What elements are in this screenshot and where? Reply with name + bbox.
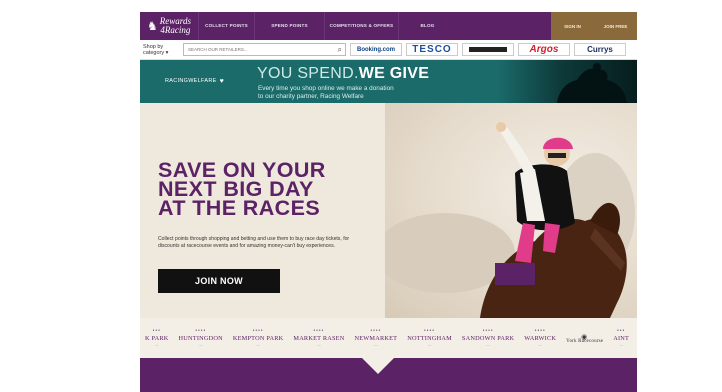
horse-silhouette-image bbox=[497, 60, 637, 103]
course-name: HUNTINGDON bbox=[178, 335, 223, 342]
charity-headline: YOU SPEND.WE GIVE bbox=[257, 65, 429, 83]
course-tagline-mark: — bbox=[619, 343, 623, 347]
headline-part-b: WE GIVE bbox=[358, 65, 430, 82]
racing-welfare-logo: RACINGWELFARE ♥ bbox=[165, 74, 235, 88]
website: ♞ Rewards 4Racing COLLECT POINTS SPEND P… bbox=[140, 12, 637, 392]
course-name: NOTTINGHAM bbox=[407, 335, 452, 342]
course-name: NEWMARKET bbox=[354, 335, 398, 342]
nav-blog[interactable]: BLOG bbox=[398, 12, 456, 40]
logo[interactable]: ♞ Rewards 4Racing bbox=[140, 12, 198, 40]
shop-by-category-dropdown[interactable]: Shop by category ▾ bbox=[143, 44, 183, 56]
course-item[interactable]: •••• MARKET RASEN — bbox=[293, 329, 344, 347]
hero-description: Collect points through shopping and bett… bbox=[158, 236, 350, 249]
course-name: York Racecourse bbox=[566, 338, 604, 344]
course-item[interactable]: •••• SANDOWN PARK — bbox=[462, 329, 514, 347]
search-bar: Shop by category ▾ ⌕ Booking.com TESCO A… bbox=[140, 40, 637, 60]
course-item[interactable]: •••• WARWICK — bbox=[524, 329, 556, 347]
course-tagline-mark: — bbox=[427, 343, 432, 347]
charity-line-1: Every time you shop online we make a don… bbox=[258, 85, 394, 92]
racing-welfare-text: RACINGWELFARE bbox=[165, 78, 217, 84]
course-tagline-mark: — bbox=[198, 343, 203, 347]
nav-competitions-offers[interactable]: COMPETITIONS & OFFERS bbox=[324, 12, 398, 40]
course-item[interactable]: •••• KEMPTON PARK — bbox=[233, 329, 284, 347]
footer-band bbox=[140, 358, 637, 392]
join-now-button[interactable]: JOIN NOW bbox=[158, 269, 280, 293]
course-item[interactable]: ••• K PARK — bbox=[145, 329, 169, 347]
search-input[interactable] bbox=[184, 44, 324, 55]
horse-logo-icon: ♞ bbox=[147, 18, 158, 33]
nav-spend-points[interactable]: SPEND POINTS bbox=[254, 12, 324, 40]
join-free-link[interactable]: JOIN FREE bbox=[594, 12, 637, 40]
charity-subtext: Every time you shop online we make a don… bbox=[258, 85, 394, 100]
course-item[interactable]: ••• AINT — bbox=[613, 329, 629, 347]
retailer-dark-logo-mark bbox=[469, 47, 507, 52]
hero-section: SAVE ON YOUR NEXT BIG DAY AT THE RACES C… bbox=[140, 103, 637, 318]
silhouette-svg bbox=[557, 63, 627, 103]
retailer-booking[interactable]: Booking.com bbox=[350, 43, 402, 56]
course-item[interactable]: •••• NOTTINGHAM — bbox=[407, 329, 452, 347]
page: ♞ Rewards 4Racing COLLECT POINTS SPEND P… bbox=[0, 0, 722, 392]
search-icon[interactable]: ⌕ bbox=[338, 45, 342, 55]
course-name: SANDOWN PARK bbox=[461, 335, 515, 342]
charity-line-2: to our charity partner, Racing Welfare bbox=[258, 92, 364, 100]
retailer-argos[interactable]: Argos bbox=[518, 43, 570, 56]
hero-illustration bbox=[375, 122, 635, 318]
course-item[interactable]: ◉ York Racecourse bbox=[566, 333, 603, 344]
course-name: KEMPTON PARK bbox=[232, 335, 284, 342]
course-tagline-mark: — bbox=[256, 343, 260, 347]
headline-part-a: YOU SPEND. bbox=[257, 65, 359, 82]
heart-icon: ♥ bbox=[219, 77, 225, 85]
course-item[interactable]: •••• HUNTINGDON — bbox=[179, 329, 223, 347]
top-nav: ♞ Rewards 4Racing COLLECT POINTS SPEND P… bbox=[140, 12, 637, 40]
course-name: MARKET RASEN bbox=[293, 335, 345, 342]
course-tagline-mark: — bbox=[317, 343, 321, 347]
course-item[interactable]: •••• NEWMARKET — bbox=[354, 329, 397, 347]
scroll-down-arrow-icon[interactable] bbox=[362, 358, 394, 374]
course-name: WARWICK bbox=[524, 335, 557, 342]
account-links: SIGN IN JOIN FREE bbox=[551, 12, 637, 40]
sign-in-link[interactable]: SIGN IN bbox=[551, 12, 594, 40]
hero-title: SAVE ON YOUR NEXT BIG DAY AT THE RACES bbox=[158, 159, 326, 220]
course-name: AINT bbox=[613, 335, 630, 342]
retailer-dark-logo[interactable] bbox=[462, 43, 514, 56]
course-tagline-mark: — bbox=[538, 343, 543, 347]
retailer-search: ⌕ bbox=[183, 43, 346, 56]
nav-collect-points[interactable]: COLLECT POINTS bbox=[198, 12, 254, 40]
course-name: K PARK bbox=[145, 335, 169, 342]
retailer-currys[interactable]: Currys bbox=[574, 43, 626, 56]
retailer-tesco[interactable]: TESCO bbox=[406, 43, 458, 56]
charity-banner[interactable]: RACINGWELFARE ♥ YOU SPEND.WE GIVE Every … bbox=[140, 60, 637, 103]
logo-line-2: 4Racing bbox=[160, 25, 191, 35]
hero-title-line-3: AT THE RACES bbox=[158, 196, 321, 220]
course-tagline-mark: — bbox=[154, 343, 159, 347]
course-tagline-mark: — bbox=[374, 343, 378, 347]
racecourse-strip: ••• K PARK — •••• HUNTINGDON — •••• KEMPTON P… bbox=[140, 318, 637, 358]
course-tagline-mark: — bbox=[486, 343, 490, 347]
jockey-horse-image bbox=[375, 103, 637, 318]
